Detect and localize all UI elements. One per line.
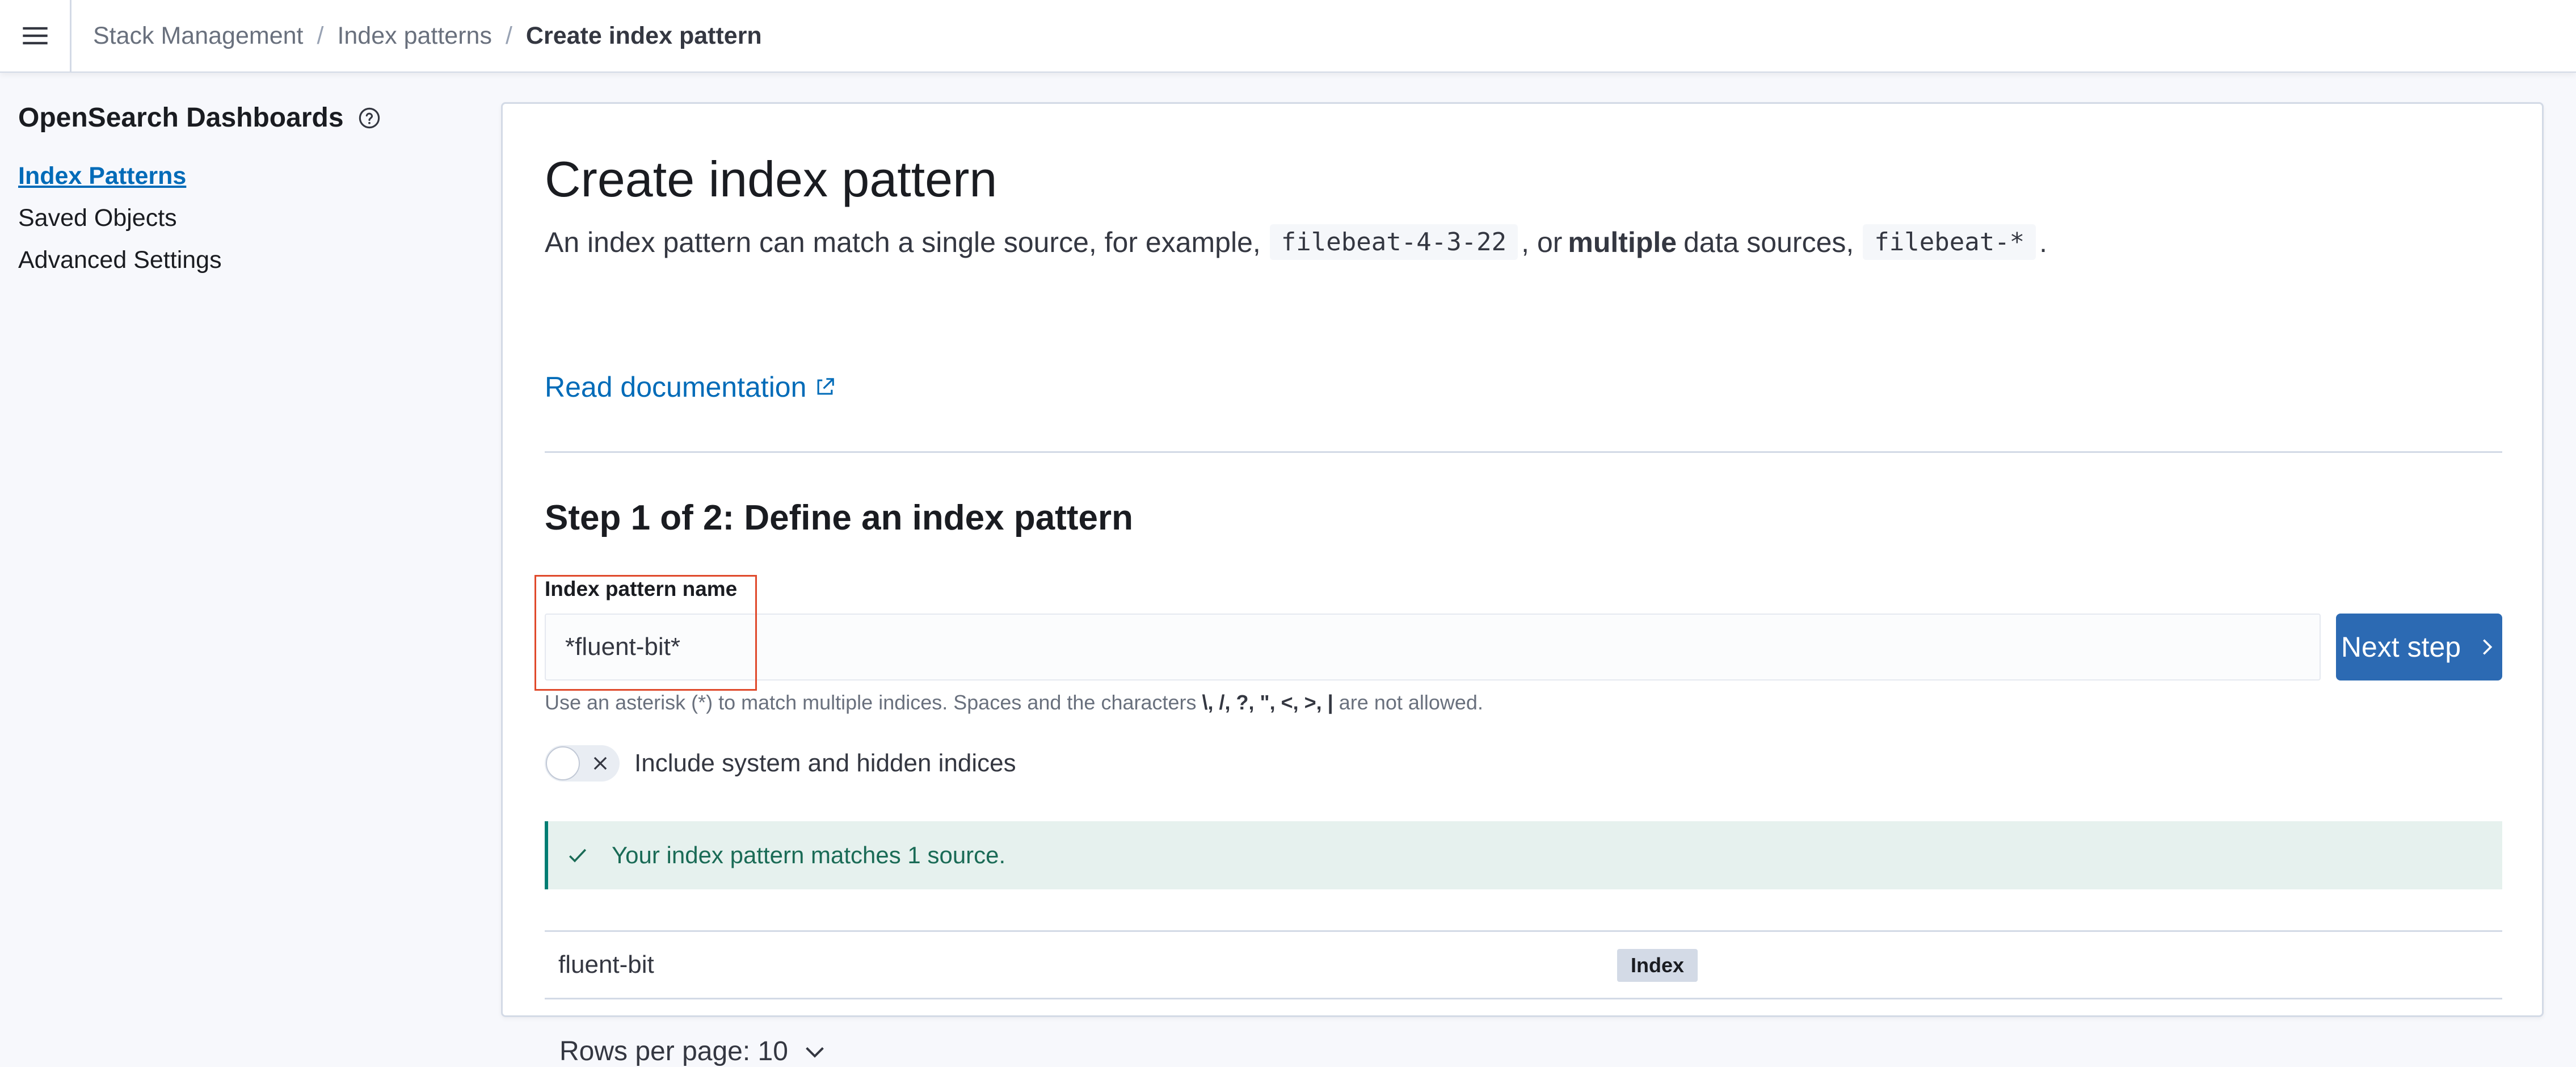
index-name-cell: fluent-bit: [558, 951, 654, 978]
breadcrumb-separator: /: [505, 22, 512, 49]
question-circle-icon[interactable]: [357, 106, 381, 130]
next-step-label: Next step: [2341, 631, 2461, 663]
index-pattern-name-label: Index pattern name: [545, 577, 738, 600]
description-text: , or: [1521, 226, 1563, 258]
input-help-text: Use an asterisk (*) to match multiple in…: [545, 691, 1483, 715]
description-bold: multiple: [1568, 226, 1677, 258]
read-documentation-label: Read documentation: [545, 371, 807, 403]
description-text: data sources,: [1683, 226, 1854, 258]
sidebar-header: OpenSearch Dashboards: [18, 102, 449, 133]
section-divider: [545, 451, 2502, 453]
next-step-button[interactable]: Next step: [2336, 614, 2502, 680]
check-icon: [569, 848, 587, 863]
menu-button[interactable]: [0, 0, 71, 72]
main-panel: Create index pattern An index pattern ca…: [501, 102, 2544, 1066]
matching-indices-table: fluent-bit Index: [545, 930, 2502, 999]
include-hidden-toggle[interactable]: [545, 745, 620, 782]
toggle-knob: [546, 746, 580, 780]
rows-per-page-selector[interactable]: Rows per page: 10: [559, 1036, 827, 1067]
success-callout: Your index pattern matches 1 source.: [545, 821, 2502, 889]
page-title: Create index pattern: [545, 151, 997, 207]
description-text: An index pattern can match a single sour…: [545, 226, 1261, 258]
cross-icon: [594, 757, 607, 770]
hamburger-menu-icon: [22, 27, 48, 45]
index-pattern-name-input[interactable]: [545, 614, 2321, 680]
example-code-multiple: filebeat-*: [1863, 224, 2036, 260]
chevron-right-icon: [2483, 639, 2493, 655]
help-text-chars: \, /, ?, ", <, >, |: [1202, 691, 1333, 714]
read-documentation-link[interactable]: Read documentation: [545, 371, 836, 404]
callout-text: Your index pattern matches 1 source.: [612, 842, 1006, 868]
step-title: Step 1 of 2: Define an index pattern: [545, 498, 1133, 537]
breadcrumb-current: Create index pattern: [525, 22, 762, 49]
include-hidden-label: Include system and hidden indices: [634, 749, 1016, 777]
breadcrumb: Stack Management / Index patterns / Crea…: [71, 22, 762, 50]
description-text: .: [2039, 226, 2048, 258]
sidebar-item-saved-objects[interactable]: Saved Objects: [18, 197, 449, 239]
rows-per-page-label: Rows per page: 10: [559, 1036, 788, 1066]
breadcrumb-separator: /: [317, 22, 324, 49]
external-link-icon: [818, 378, 835, 395]
sidebar-item-advanced-settings[interactable]: Advanced Settings: [18, 239, 449, 281]
top-header: Stack Management / Index patterns / Crea…: [0, 0, 2576, 73]
example-code-single: filebeat-4-3-22: [1269, 224, 1518, 260]
breadcrumb-stack-management[interactable]: Stack Management: [93, 22, 303, 50]
include-hidden-toggle-row: Include system and hidden indices: [545, 745, 1016, 782]
index-type-badge: Index: [1617, 949, 1698, 982]
sidebar: OpenSearch Dashboards Index Patterns Sav…: [18, 102, 449, 281]
breadcrumb-index-patterns[interactable]: Index patterns: [337, 22, 492, 50]
page-description: An index pattern can match a single sour…: [545, 224, 2047, 260]
table-row: fluent-bit Index: [545, 932, 2502, 998]
chevron-down-icon: [806, 1047, 824, 1058]
help-text-suffix: are not allowed.: [1338, 691, 1483, 714]
sidebar-item-index-patterns[interactable]: Index Patterns: [18, 155, 449, 197]
sidebar-title: OpenSearch Dashboards: [18, 103, 344, 133]
help-text-prefix: Use an asterisk (*) to match multiple in…: [545, 691, 1197, 714]
